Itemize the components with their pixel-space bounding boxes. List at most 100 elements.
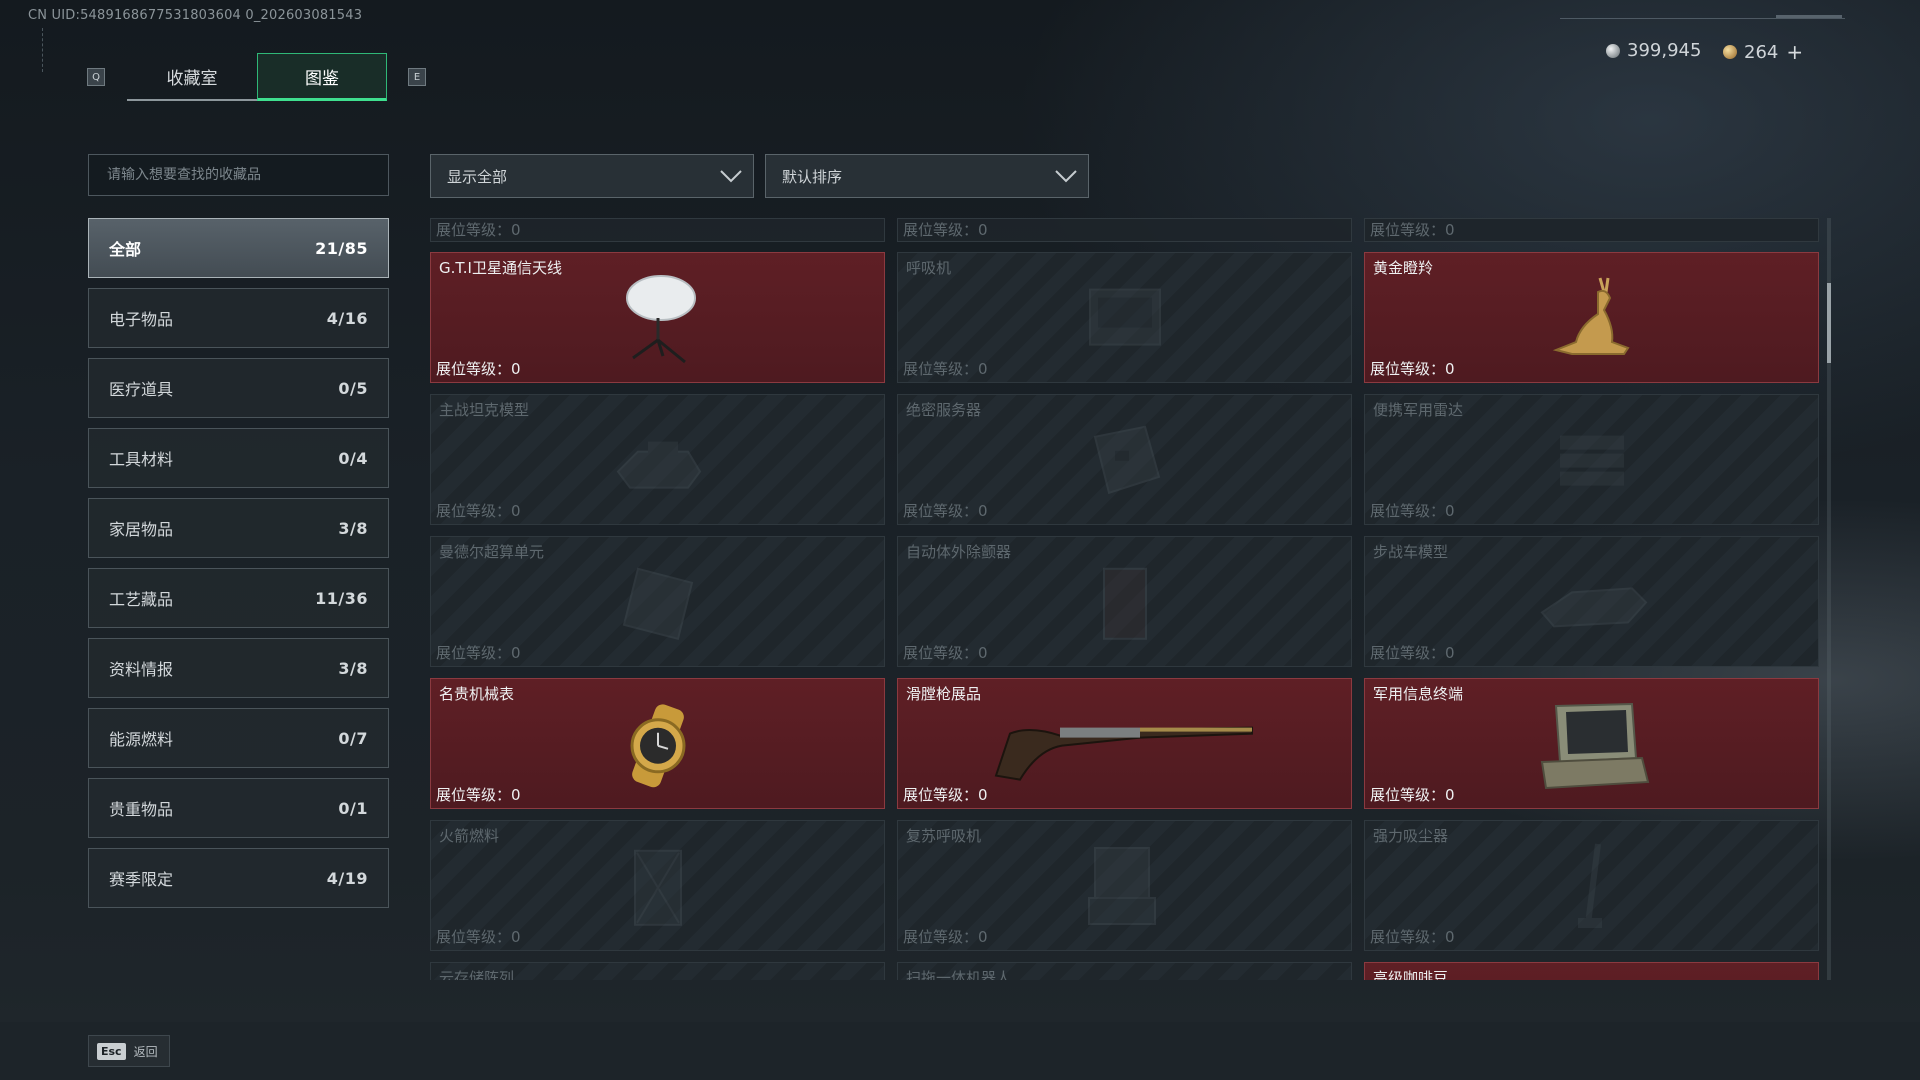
ventilator-icon <box>1088 288 1161 346</box>
card-name: 火箭燃料 <box>439 827 500 845</box>
card-level: 展位等级：0 <box>1370 644 1455 662</box>
card-level: 展位等级：0 <box>903 928 988 946</box>
card-level: 展位等级：0 <box>903 502 988 520</box>
gold-coin-icon <box>1723 45 1737 59</box>
category-label: 资料情报 <box>109 660 174 679</box>
collection-card-golden-gazelle[interactable]: 黄金瞪羚 展位等级：0 <box>1364 252 1819 383</box>
collection-card-coffee-beans[interactable]: 高级咖啡豆 <box>1364 962 1819 980</box>
category-count: 21/85 <box>315 238 368 258</box>
collection-card-robot-vacuum[interactable]: 扫拖一体机器人 <box>897 962 1352 980</box>
collection-card-storage-array[interactable]: 云存储阵列 <box>430 962 885 980</box>
top-divider-line <box>1560 18 1845 19</box>
musket-icon <box>994 726 1253 781</box>
watch-icon <box>630 703 685 787</box>
card-name: 步战车模型 <box>1373 543 1449 561</box>
card-level: 展位等级：0 <box>436 644 521 662</box>
rocket-fuel-icon <box>633 849 682 926</box>
partial-card-level: 展位等级：0 <box>430 218 885 242</box>
footer-bar <box>0 1022 1920 1080</box>
collection-card-tank-model[interactable]: 主战坦克模型 展位等级：0 <box>430 394 885 525</box>
collection-card-vacuum[interactable]: 强力吸尘器 展位等级：0 <box>1364 820 1819 951</box>
category-label: 全部 <box>109 240 142 259</box>
terminal-icon <box>1540 702 1649 789</box>
collection-card-defibrillator[interactable]: 自动体外除颤器 展位等级：0 <box>897 536 1352 667</box>
collection-grid: 展位等级：0 展位等级：0 展位等级：0 G.T.I卫星通信天线 展位等级：0 … <box>430 218 1820 980</box>
category-valuables[interactable]: 贵重物品 0/1 <box>88 778 389 838</box>
category-count: 11/36 <box>315 588 368 608</box>
collection-card-rocket-fuel[interactable]: 火箭燃料 展位等级：0 <box>430 820 885 951</box>
collection-card-server[interactable]: 绝密服务器 展位等级：0 <box>897 394 1352 525</box>
collection-card-ifv-model[interactable]: 步战车模型 展位等级：0 <box>1364 536 1819 667</box>
card-name: 扫拖一体机器人 <box>906 969 1012 980</box>
collection-card-supercomputer[interactable]: 曼德尔超算单元 展位等级：0 <box>430 536 885 667</box>
search-box[interactable] <box>88 154 389 196</box>
tab-collection-room[interactable]: 收藏室 <box>127 53 257 101</box>
card-name: 曼德尔超算单元 <box>439 543 545 561</box>
tank-model-icon <box>616 441 701 489</box>
card-level: 展位等级：0 <box>436 786 521 804</box>
card-name: G.T.I卫星通信天线 <box>439 259 562 277</box>
card-name: 便携军用雷达 <box>1373 401 1464 419</box>
silver-currency: 399,945 <box>1606 40 1701 61</box>
category-energy[interactable]: 能源燃料 0/7 <box>88 708 389 768</box>
card-level: 展位等级：0 <box>1370 360 1455 378</box>
tab-codex[interactable]: 图鉴 <box>257 53 387 101</box>
sort-dropdown[interactable]: 默认排序 <box>765 154 1089 198</box>
collection-card-watch[interactable]: 名贵机械表 展位等级：0 <box>430 678 885 809</box>
back-button[interactable]: Esc 返回 <box>88 1035 170 1067</box>
category-label: 能源燃料 <box>109 730 174 749</box>
category-intel[interactable]: 资料情报 3/8 <box>88 638 389 698</box>
card-level: 展位等级：0 <box>903 644 988 662</box>
category-crafts[interactable]: 工艺藏品 11/36 <box>88 568 389 628</box>
add-currency-button[interactable]: + <box>1786 40 1803 64</box>
card-level: 展位等级：0 <box>903 360 988 378</box>
collection-card-satellite-antenna[interactable]: G.T.I卫星通信天线 展位等级：0 <box>430 252 885 383</box>
partial-card-level: 展位等级：0 <box>1364 218 1819 242</box>
ifv-model-icon <box>1540 586 1647 627</box>
display-filter-value: 显示全部 <box>447 167 508 186</box>
grid-scrollbar-thumb[interactable] <box>1827 283 1831 363</box>
category-tools[interactable]: 工具材料 0/4 <box>88 428 389 488</box>
category-all[interactable]: 全部 21/85 <box>88 218 389 278</box>
chevron-down-icon <box>720 170 742 183</box>
category-count: 0/7 <box>338 728 368 748</box>
silver-amount: 399,945 <box>1627 40 1702 61</box>
card-name: 呼吸机 <box>906 259 952 277</box>
collection-card-resuscitator[interactable]: 复苏呼吸机 展位等级：0 <box>897 820 1352 951</box>
category-count: 4/16 <box>326 308 368 328</box>
card-level: 展位等级：0 <box>436 502 521 520</box>
gold-currency: 264 + <box>1723 40 1803 64</box>
collection-card-ventilator[interactable]: 呼吸机 展位等级：0 <box>897 252 1352 383</box>
category-count: 0/1 <box>338 798 368 818</box>
category-label: 贵重物品 <box>109 800 174 819</box>
category-label: 工艺藏品 <box>109 590 174 609</box>
collection-card-musket[interactable]: 滑膛枪展品 展位等级：0 <box>897 678 1352 809</box>
card-name: 强力吸尘器 <box>1373 827 1449 845</box>
defibrillator-icon <box>1102 567 1147 640</box>
card-level: 展位等级：0 <box>1370 786 1455 804</box>
chevron-down-icon <box>1055 170 1077 183</box>
collection-card-radar[interactable]: 便携军用雷达 展位等级：0 <box>1364 394 1819 525</box>
card-name: 滑膛枪展品 <box>906 685 982 703</box>
collection-card-terminal[interactable]: 军用信息终端 展位等级：0 <box>1364 678 1819 809</box>
card-level: 展位等级：0 <box>903 786 988 804</box>
search-input[interactable] <box>105 166 388 184</box>
category-season[interactable]: 赛季限定 4/19 <box>88 848 389 908</box>
supercomputer-icon <box>622 567 693 640</box>
golden-gazelle-icon <box>1552 277 1630 355</box>
category-household[interactable]: 家居物品 3/8 <box>88 498 389 558</box>
corner-decoration <box>42 28 46 72</box>
card-name: 军用信息终端 <box>1373 685 1464 703</box>
vacuum-icon <box>1577 843 1602 928</box>
category-electronics[interactable]: 电子物品 4/16 <box>88 288 389 348</box>
key-hint-e: E <box>408 68 426 86</box>
category-count: 0/5 <box>338 378 368 398</box>
category-medical[interactable]: 医疗道具 0/5 <box>88 358 389 418</box>
resuscitator-icon <box>1087 846 1156 925</box>
uid-text: CN UID:5489168677531803604 0_20260308154… <box>28 8 363 23</box>
category-label: 赛季限定 <box>109 870 174 889</box>
category-count: 4/19 <box>326 868 368 888</box>
category-label: 家居物品 <box>109 520 174 539</box>
card-name: 复苏呼吸机 <box>906 827 982 845</box>
display-filter-dropdown[interactable]: 显示全部 <box>430 154 754 198</box>
